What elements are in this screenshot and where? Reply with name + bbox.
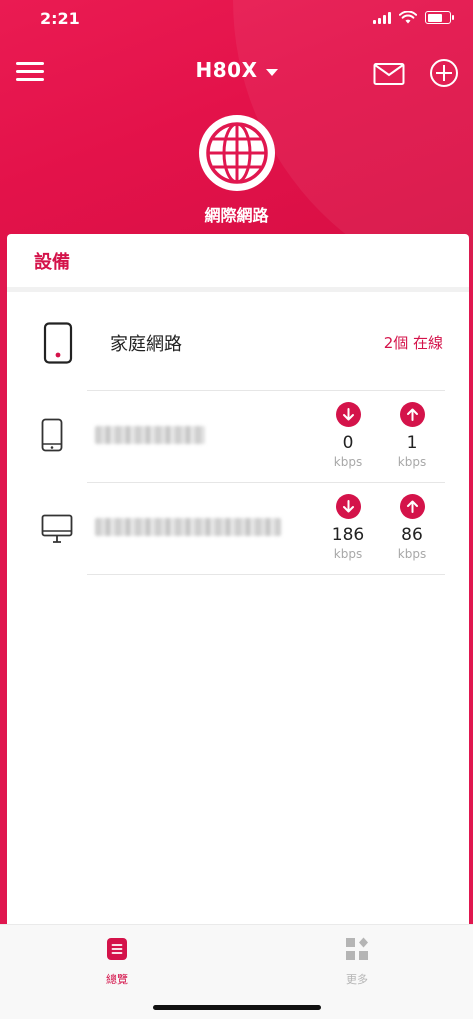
status-bar: 2:21 [0,0,473,38]
upload-value: 86 [401,525,423,545]
upload-value: 1 [406,433,418,453]
upload-unit: kbps [397,547,427,561]
download-unit: kbps [333,547,363,561]
upload-rate: 86 kbps [392,494,432,561]
download-value: 186 [331,525,365,545]
divider [87,390,445,391]
top-bar: H80X [0,48,473,96]
client-row[interactable]: 186 kbps 86 kbps [7,482,469,574]
status-icons [373,11,454,24]
network-row[interactable]: 家庭網路 2個 在線 [7,300,469,390]
signal-icon [373,11,391,24]
battery-icon [425,11,454,24]
more-icon [346,937,368,960]
tab-more-label: 更多 [346,973,368,986]
wifi-icon [399,11,417,24]
upload-arrow-icon [399,494,425,519]
phone-icon [41,418,63,452]
client-name [95,518,281,536]
network-name: 家庭網路 [110,334,182,355]
status-time: 2:21 [40,9,80,28]
router-icon [43,322,73,364]
download-rate: 186 kbps [328,494,368,561]
add-icon[interactable] [429,58,459,88]
download-value: 0 [342,433,354,453]
overview-icon [107,938,127,960]
client-row[interactable]: 0 kbps 1 kbps [7,390,469,482]
download-arrow-icon [335,402,361,427]
tab-more[interactable]: 更多 [317,937,397,987]
tab-overview-label: 總覽 [106,973,128,986]
online-count: 2個 在線 [383,334,443,352]
device-title: H80X [195,58,258,82]
download-rate: 0 kbps [328,402,368,469]
download-arrow-icon [335,494,361,519]
mail-icon[interactable] [373,62,405,86]
client-name [95,426,205,444]
download-unit: kbps [333,455,363,469]
tab-overview[interactable]: 總覽 [77,937,157,987]
divider [87,574,445,575]
caret-down-icon [265,69,278,76]
devices-card: 設備 家庭網路 2個 在線 0 kbps 1 kbps 186 kbps 86 … [7,234,469,934]
divider [87,482,445,483]
desktop-icon [41,514,73,543]
home-indicator [153,1005,321,1010]
section-title: 設備 [7,234,469,292]
internet-label: 網際網路 [204,206,269,225]
upload-arrow-icon [399,402,425,427]
upload-unit: kbps [397,455,427,469]
globe-icon[interactable] [197,113,277,193]
upload-rate: 1 kbps [392,402,432,469]
